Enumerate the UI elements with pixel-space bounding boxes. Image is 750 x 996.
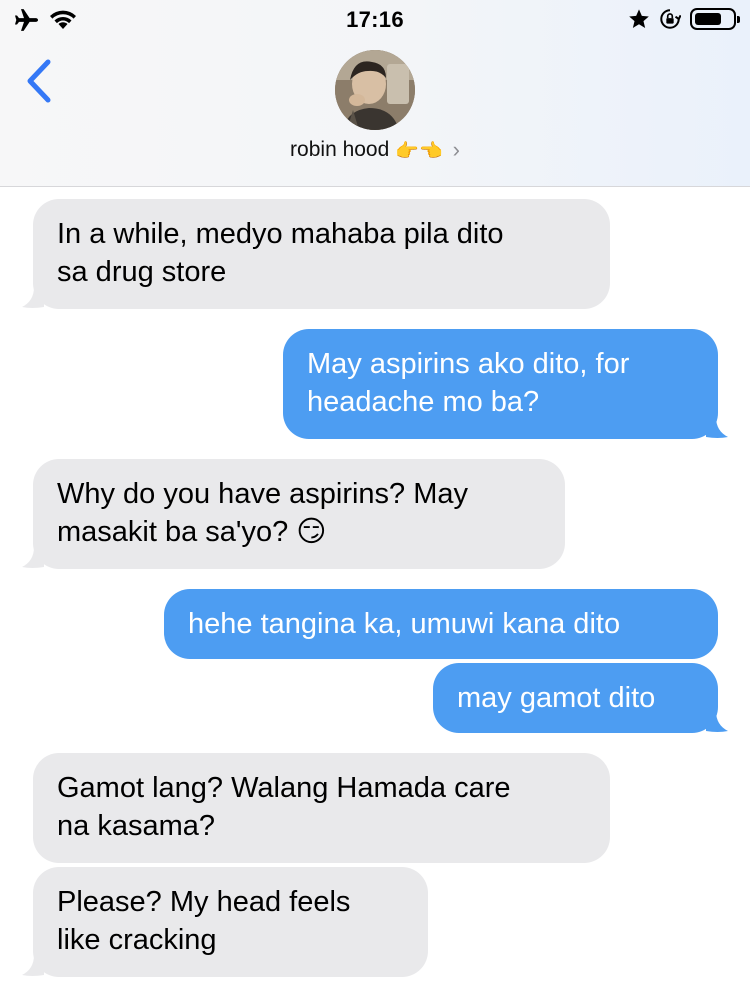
bubble-tail [706,711,728,732]
back-button[interactable] [24,58,56,104]
avatar-photo [335,50,415,130]
message-text-line: na kasama? [57,810,215,842]
status-right [628,8,740,30]
rotation-lock-icon [660,9,681,29]
message-text-line: Gamot lang? Walang Hamada care [57,772,511,804]
bubble-tail [22,547,44,568]
conversation-header: 17:16 robin hood 👉👈 › [0,0,750,187]
message-bubble-incoming[interactable]: In a while, medyo mahaba pila dito sa dr… [33,199,610,309]
message-bubble-incoming[interactable]: Gamot lang? Walang Hamada care na kasama… [33,753,610,863]
message-bubble-outgoing[interactable]: may gamot dito [433,663,718,733]
chevron-right-icon: › [452,137,460,162]
message-text-line: Please? My head feels [57,886,351,918]
message-text-line: sa drug store [57,256,227,288]
contact-avatar[interactable] [335,50,415,130]
contact-name-row[interactable]: robin hood 👉👈 › [0,137,750,163]
message-text-line: hehe tangina ka, umuwi kana dito [188,608,621,640]
message-text-line: like cracking [57,924,217,956]
message-bubble-incoming[interactable]: Why do you have aspirins? May masakit ba… [33,459,565,569]
bubble-tail [22,287,44,308]
message-bubble-outgoing[interactable]: May aspirins ako dito, for headache mo b… [283,329,718,439]
status-bar: 17:16 [0,0,750,40]
message-text-line: may gamot dito [457,682,656,714]
message-text-line: In a while, medyo mahaba pila dito [57,218,504,250]
message-bubble-outgoing[interactable]: hehe tangina ka, umuwi kana dito [164,589,718,659]
star-icon [629,9,649,28]
bubble-tail [706,417,728,438]
contact-emoji: 👉👈 [395,139,443,162]
bubble-tail [22,955,44,976]
message-text-line: headache mo ba? [307,386,540,418]
message-bubble-incoming[interactable]: Please? My head feels like cracking [33,867,428,977]
battery-icon [690,8,740,30]
message-text-line: Why do you have aspirins? May [57,478,469,510]
message-text-line: masakit ba sa'yo? 😏 [57,516,327,548]
message-text-line: May aspirins ako dito, for [307,348,630,380]
message-thread: In a while, medyo mahaba pila dito sa dr… [0,187,750,996]
contact-name: robin hood [290,138,390,161]
